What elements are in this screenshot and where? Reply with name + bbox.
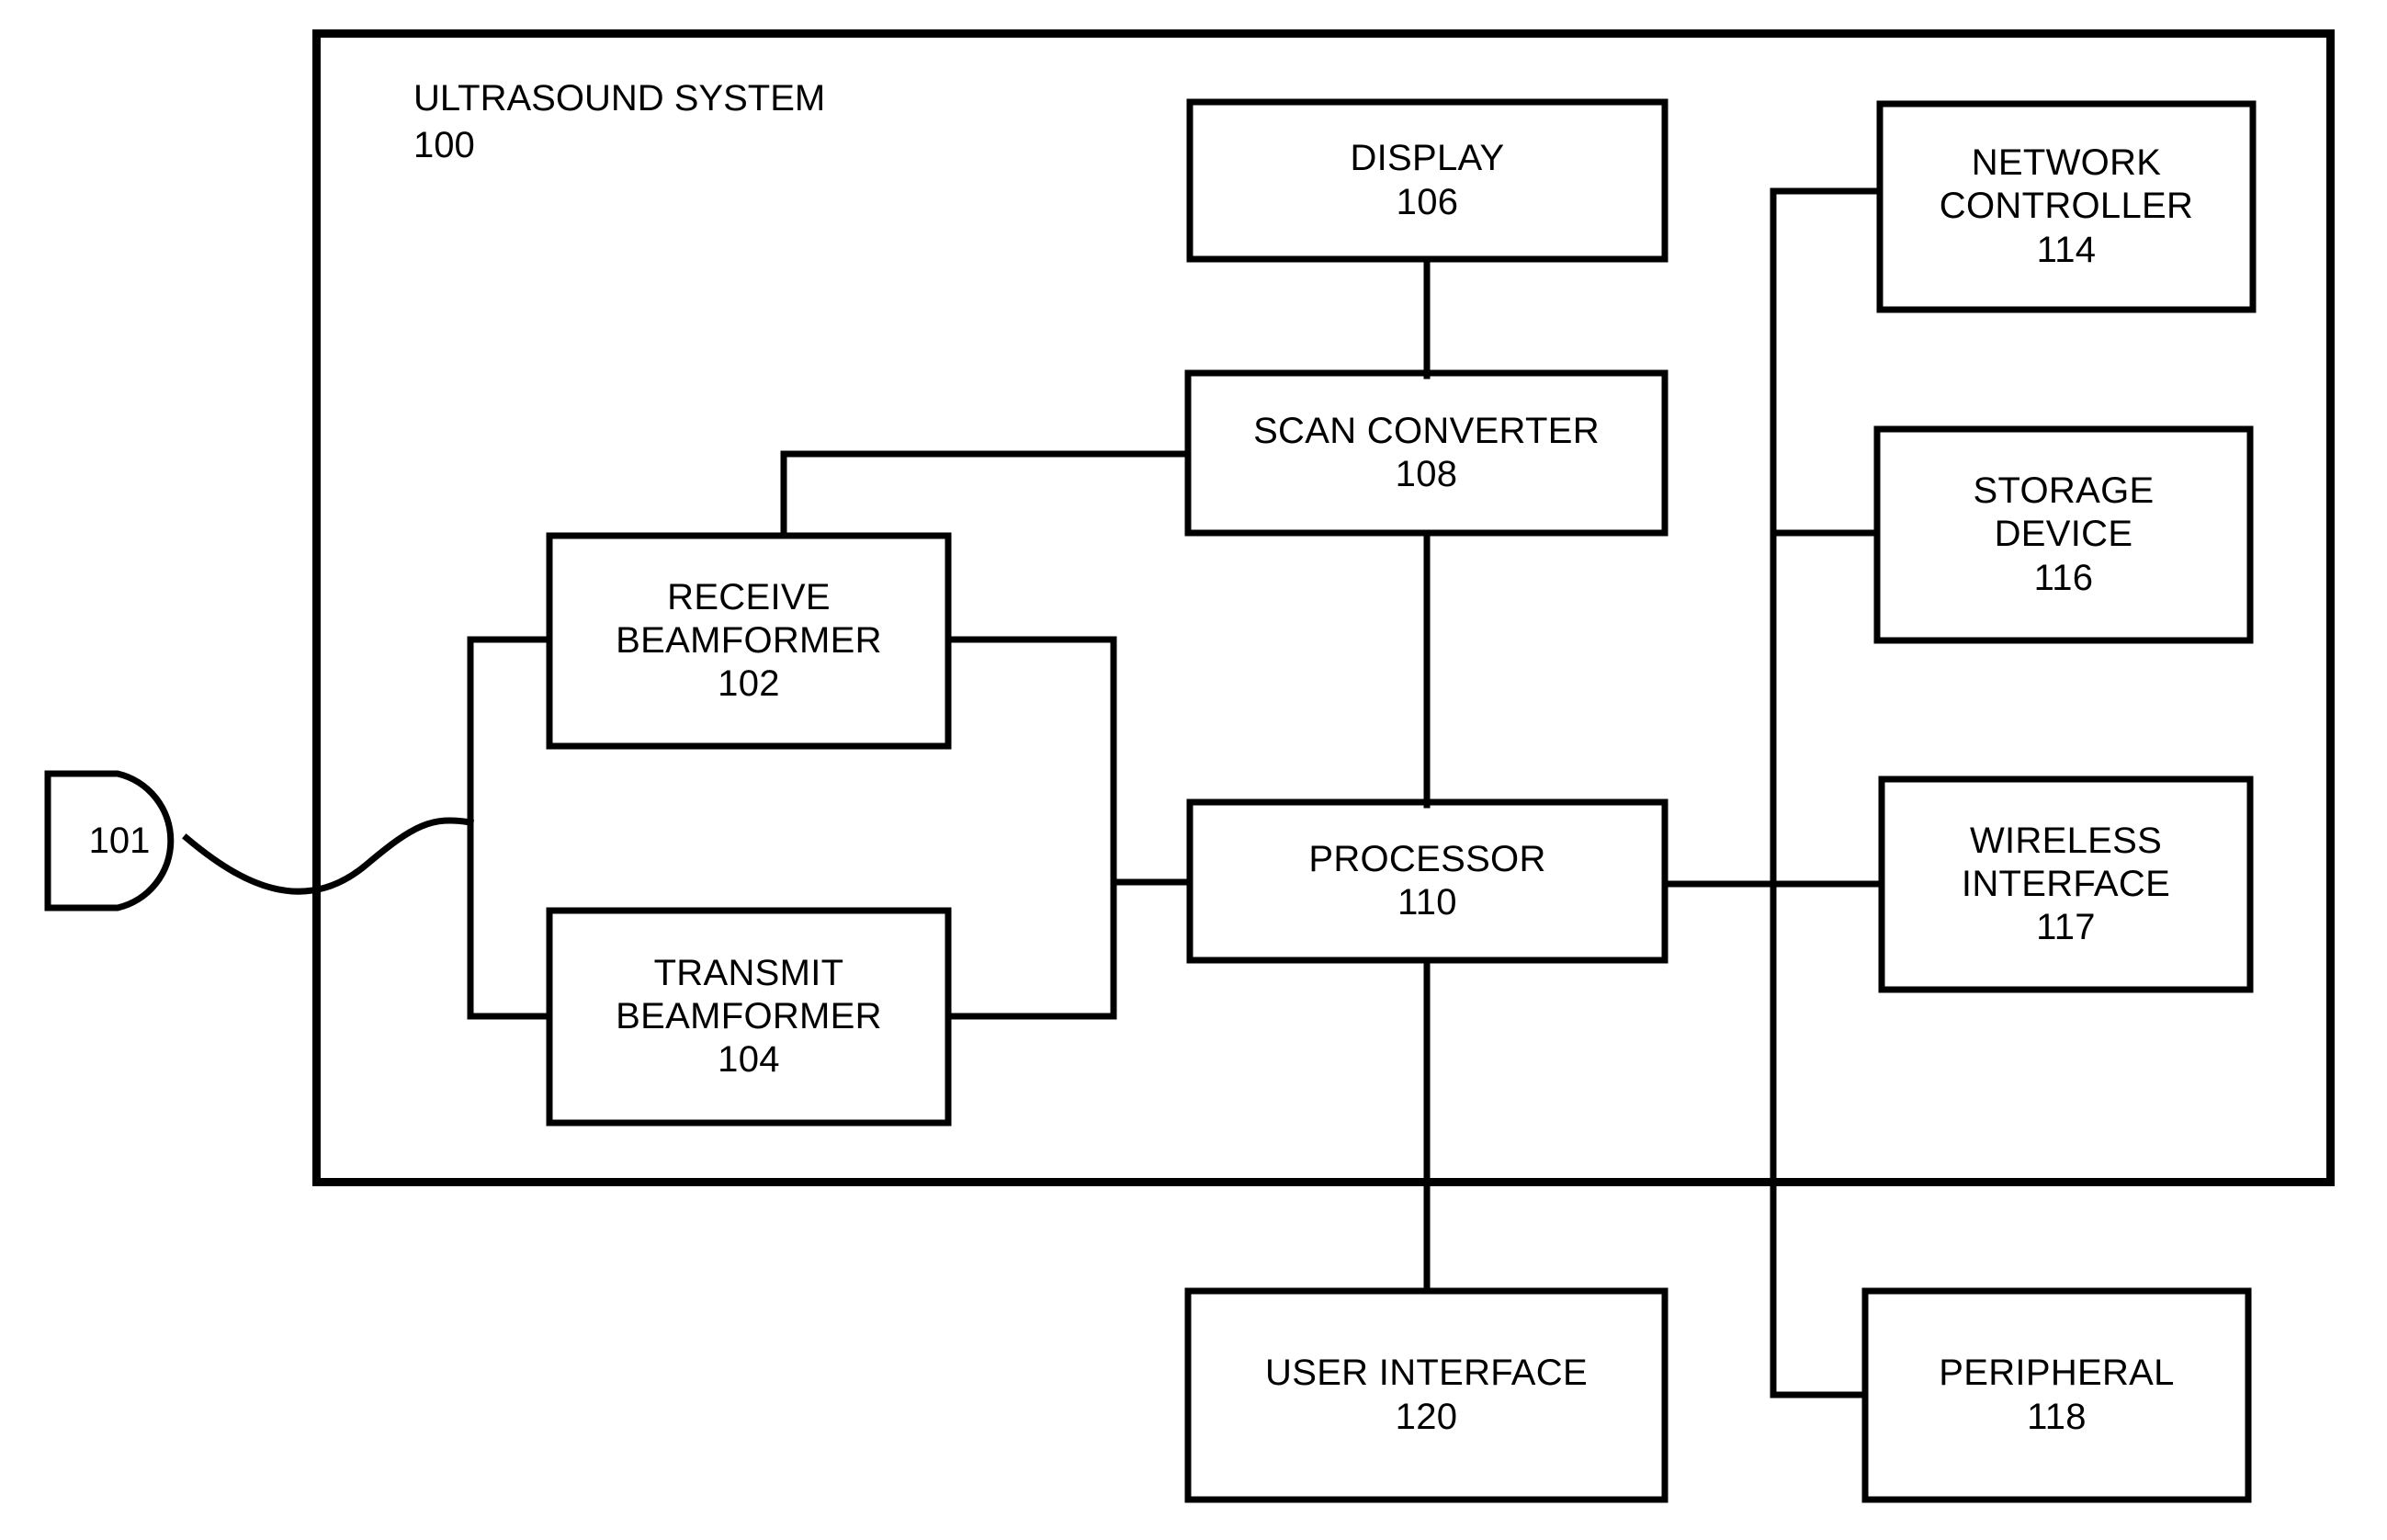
display-node: [1187, 99, 1668, 262]
transducer-cable: [182, 817, 475, 895]
processor-node: [1187, 799, 1668, 963]
storage-device-node: [1874, 426, 2253, 643]
wireless-interface-node: [1879, 776, 2253, 992]
beamformer-right-bus: [945, 636, 1117, 1020]
scan-converter-to-receive-beamformer-line: [780, 450, 1192, 539]
receive-beamformer-node: [547, 533, 951, 749]
transmit-beamformer-node: [547, 908, 951, 1126]
network-controller-node: [1877, 101, 2256, 312]
figure-canvas: ULTRASOUND SYSTEM 100 101 RECEIVE BEAMFO…: [0, 0, 2387, 1540]
peripheral-node: [1862, 1288, 2251, 1502]
scan-converter-node: [1185, 370, 1668, 536]
user-interface-node: [1185, 1288, 1668, 1502]
transducer-node: [46, 772, 188, 910]
system-title: ULTRASOUND SYSTEM: [413, 78, 826, 119]
system-reference: 100: [413, 125, 475, 166]
system-title-group: ULTRASOUND SYSTEM 100: [413, 75, 1057, 169]
beamformer-left-bus: [467, 636, 553, 1020]
